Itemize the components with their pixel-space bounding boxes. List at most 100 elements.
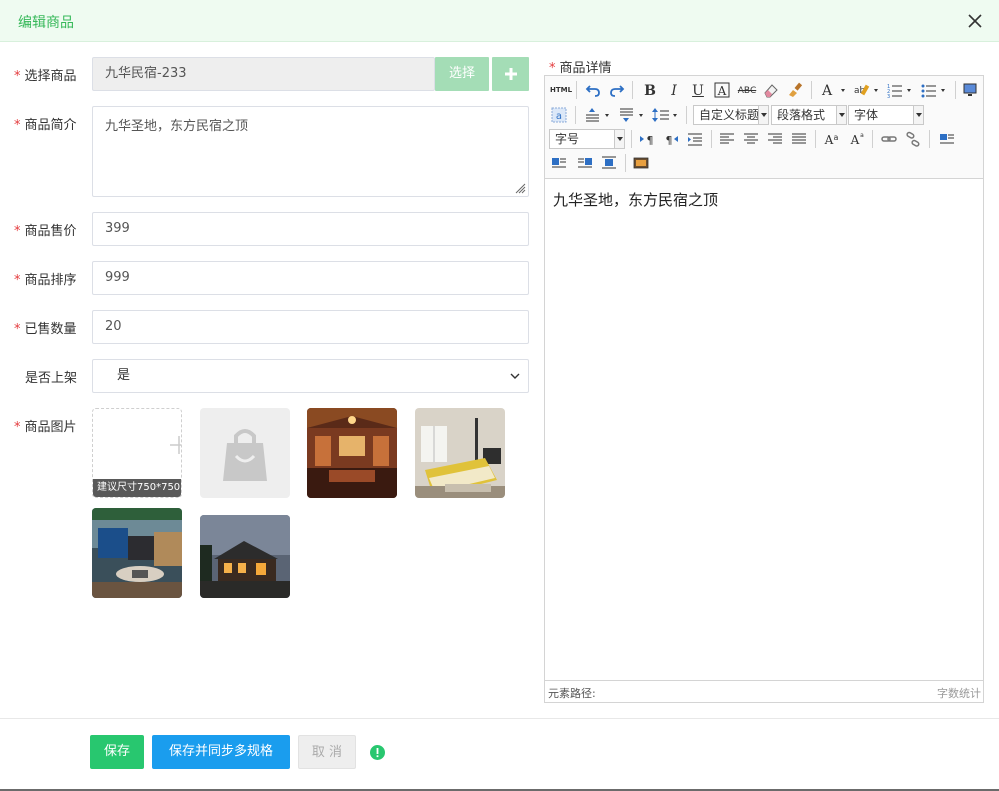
element-path-label: 元素路径: [548, 687, 596, 700]
align-justify-icon [792, 133, 806, 144]
uppercase-icon: Aa [824, 133, 839, 147]
svg-text:A: A [717, 84, 727, 98]
format-brush-button[interactable] [785, 80, 805, 100]
align-right-button[interactable] [765, 129, 785, 149]
unlink-icon [906, 131, 920, 147]
html-source-button[interactable]: HTML [549, 80, 573, 100]
chevron-down-icon [510, 373, 520, 379]
insert-image-icon [633, 157, 649, 169]
redo-button[interactable] [607, 80, 627, 100]
editor-content[interactable]: 九华圣地，东方民宿之顶 [553, 189, 718, 210]
row-spacing-top-button[interactable] [583, 105, 613, 125]
highlight-icon: ab [854, 84, 878, 96]
image-upload-box[interactable]: 建议尺寸750*750 [92, 408, 182, 498]
sort-label: * 商品排序 [14, 273, 77, 288]
rich-text-editor: HTML B I U A ABC A ab 1 2 3 a 自定义标题 段落格式… [544, 75, 984, 703]
save-sync-specs-button[interactable]: 保存并同步多规格 [152, 735, 290, 769]
font-family-combo[interactable]: 字体 [848, 105, 924, 125]
unordered-list-icon [921, 84, 945, 98]
align-right-icon [768, 133, 782, 144]
svg-text:A: A [824, 133, 834, 147]
link-icon [881, 136, 897, 142]
on-shelf-select[interactable]: 是 [92, 359, 529, 393]
save-button[interactable]: 保存 [90, 735, 144, 769]
image-none-button[interactable] [937, 129, 957, 149]
ordered-list-button[interactable]: 123 [885, 80, 915, 100]
cancel-button[interactable]: 取 消 [298, 735, 356, 769]
bold-button[interactable]: B [641, 81, 659, 101]
on-shelf-value: 是 [117, 368, 131, 383]
indent-button[interactable] [685, 129, 705, 149]
product-label: * 选择商品 [14, 69, 77, 84]
image-left-button[interactable] [549, 153, 569, 173]
images-label: * 商品图片 [14, 420, 77, 435]
price-input[interactable]: 399 [92, 212, 529, 246]
price-label: * 商品售价 [14, 224, 77, 239]
image-center-icon [602, 156, 616, 169]
editor-toolbar: HTML B I U A ABC A ab 1 2 3 a 自定义标题 段落格式… [545, 76, 983, 179]
align-left-icon [720, 133, 734, 144]
align-center-button[interactable] [741, 129, 761, 149]
align-center-icon [744, 133, 758, 144]
background-color-button[interactable]: ab [851, 80, 881, 100]
resize-grip-icon[interactable] [514, 182, 526, 194]
custom-title-combo[interactable]: 自定义标题 [693, 105, 769, 125]
direction-ltr-button[interactable]: ¶ [637, 129, 657, 149]
unordered-list-button[interactable] [919, 80, 949, 100]
italic-button[interactable]: I [665, 81, 683, 101]
close-icon [968, 14, 982, 28]
paragraph-format-combo[interactable]: 段落格式 [771, 105, 847, 125]
dialog-header: 编辑商品 [0, 0, 999, 42]
font-size-combo[interactable]: 字号 [549, 129, 625, 149]
product-image-room-1[interactable] [307, 408, 397, 498]
align-left-button[interactable] [717, 129, 737, 149]
eraser-icon [764, 84, 778, 98]
link-button[interactable] [879, 129, 899, 149]
font-color-button[interactable]: A [818, 80, 848, 100]
sold-label: * 已售数量 [14, 322, 77, 337]
eraser-button[interactable] [761, 80, 781, 100]
image-left-icon [552, 158, 566, 168]
product-image-room-3[interactable] [92, 508, 182, 598]
upload-size-hint: 建议尺寸750*750 [93, 479, 181, 497]
intro-textarea[interactable]: 九华圣地，东方民宿之顶 [92, 106, 529, 197]
underline-button[interactable]: U [689, 81, 707, 101]
insert-image-button[interactable] [631, 153, 651, 173]
undo-button[interactable] [583, 80, 603, 100]
line-height-button[interactable] [651, 105, 681, 125]
direction-rtl-button[interactable]: ¶ [661, 129, 681, 149]
svg-text:¶: ¶ [666, 134, 673, 147]
monitor-icon [963, 83, 977, 96]
select-product-button[interactable]: 选择 [435, 57, 489, 91]
sold-input[interactable]: 20 [92, 310, 529, 344]
rtl-icon: ¶ [666, 134, 678, 147]
image-right-button[interactable] [575, 153, 595, 173]
fullscreen-button[interactable] [960, 80, 980, 100]
select-all-icon: a [551, 107, 567, 123]
strikethrough-button[interactable]: ABC [736, 81, 758, 101]
close-button[interactable] [965, 11, 985, 31]
svg-text:¶: ¶ [647, 134, 654, 147]
indent-icon [688, 133, 702, 146]
uppercase-button[interactable]: Aa [821, 129, 841, 149]
product-image-house[interactable] [200, 515, 290, 598]
edit-product-dialog: 编辑商品 * 选择商品 九华民宿-233 选择 * 商品简介 九华圣地，东方民宿之顶 [0, 0, 999, 791]
ordered-list-icon: 123 [887, 84, 911, 98]
product-input[interactable]: 九华民宿-233 [92, 57, 435, 91]
row-spacing-bottom-button[interactable] [617, 105, 647, 125]
product-image-placeholder[interactable] [200, 408, 290, 498]
svg-text:a: a [834, 133, 839, 142]
align-justify-button[interactable] [789, 129, 809, 149]
exclamation-circle-icon [370, 745, 385, 760]
add-product-button[interactable] [492, 57, 529, 91]
bedroom-photo-image [415, 408, 505, 498]
lowercase-button[interactable]: Aa [847, 129, 867, 149]
font-border-icon: A [714, 82, 730, 98]
image-center-button[interactable] [599, 153, 619, 173]
ltr-icon: ¶ [640, 134, 654, 147]
font-border-button[interactable]: A [712, 80, 732, 100]
sort-input[interactable]: 999 [92, 261, 529, 295]
select-all-button[interactable]: a [549, 105, 569, 125]
unlink-button[interactable] [903, 129, 923, 149]
product-image-room-2[interactable] [415, 408, 505, 498]
